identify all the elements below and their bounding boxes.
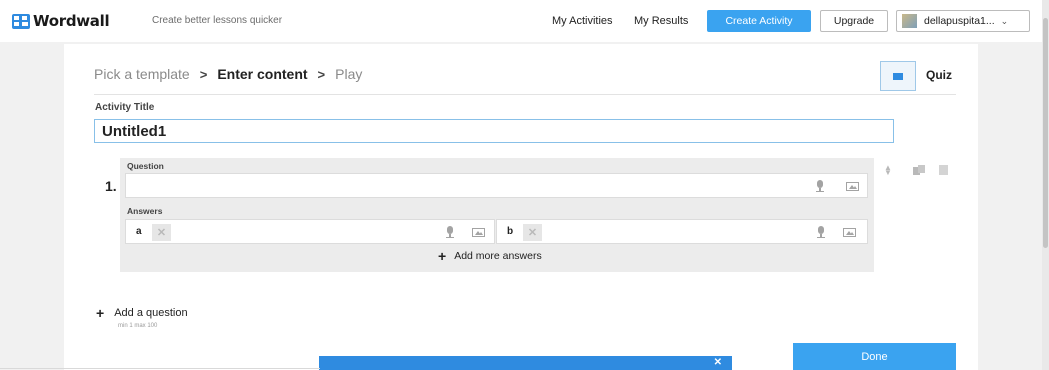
add-question-label: Add a question	[114, 307, 188, 319]
image-icon[interactable]	[472, 228, 485, 237]
wordwall-logo-icon	[12, 13, 30, 29]
question-limits: min 1 max 100	[118, 323, 158, 329]
image-icon[interactable]	[846, 182, 859, 191]
upgrade-button[interactable]: Upgrade	[820, 10, 888, 32]
breadcrumb-pick-template[interactable]: Pick a template	[94, 66, 190, 82]
wordwall-logo[interactable]: Wordwall	[12, 12, 110, 30]
microphone-icon[interactable]	[817, 226, 825, 238]
chevron-down-icon: ⌄	[1000, 15, 1009, 26]
bottom-notification-bar: ✕	[319, 356, 732, 370]
nav-my-results[interactable]: My Results	[634, 15, 688, 27]
chevron-right-icon: >	[199, 66, 208, 82]
divider	[0, 368, 320, 369]
delete-icon[interactable]	[939, 165, 948, 175]
answer-a-input[interactable]: a ✕	[125, 219, 495, 244]
quiz-template-icon[interactable]	[880, 61, 916, 91]
breadcrumb: Pick a template > Enter content > Play	[94, 66, 362, 82]
add-more-answers-button[interactable]: + Add more answers	[438, 249, 542, 263]
mark-incorrect-icon[interactable]: ✕	[523, 224, 542, 241]
logo-text: Wordwall	[33, 12, 110, 30]
plus-icon: +	[438, 248, 447, 264]
page-scrollbar[interactable]	[1042, 0, 1049, 370]
chevron-right-icon: >	[317, 66, 326, 82]
answer-b-input[interactable]: b ✕	[496, 219, 868, 244]
scrollbar-thumb[interactable]	[1043, 18, 1048, 248]
top-nav-bar: Wordwall Create better lessons quicker M…	[0, 0, 1042, 42]
activity-title-input[interactable]	[94, 119, 894, 143]
editor-panel: Pick a template > Enter content > Play Q…	[64, 44, 978, 370]
user-menu[interactable]: dellapuspita1... ⌄	[896, 10, 1030, 32]
username: dellapuspita1...	[924, 15, 995, 27]
microphone-icon[interactable]	[816, 180, 824, 192]
duplicate-icon[interactable]	[913, 165, 925, 175]
question-input[interactable]	[125, 173, 868, 198]
answer-letter: a	[136, 226, 142, 237]
divider	[94, 94, 956, 95]
image-icon[interactable]	[843, 228, 856, 237]
plus-icon: +	[96, 305, 105, 321]
done-button[interactable]: Done	[793, 343, 956, 370]
add-question-button[interactable]: + Add a question	[96, 306, 188, 320]
close-icon[interactable]: ✕	[714, 357, 722, 368]
question-number: 1.	[105, 178, 117, 194]
avatar	[902, 14, 917, 28]
reorder-icon[interactable]: ▲ ▼	[884, 164, 892, 177]
nav-my-activities[interactable]: My Activities	[552, 15, 613, 27]
add-more-answers-label: Add more answers	[454, 250, 542, 262]
template-name[interactable]: Quiz	[926, 68, 952, 82]
create-activity-button[interactable]: Create Activity	[707, 10, 811, 32]
tagline: Create better lessons quicker	[152, 15, 283, 26]
breadcrumb-enter-content: Enter content	[217, 66, 308, 82]
answers-label: Answers	[127, 206, 163, 216]
question-label: Question	[127, 161, 164, 171]
answer-letter: b	[507, 226, 514, 237]
mark-incorrect-icon[interactable]: ✕	[152, 224, 171, 241]
question-actions: ▲ ▼	[884, 162, 954, 178]
breadcrumb-play: Play	[335, 66, 363, 82]
question-block: Question Answers a ✕ b ✕ + Add more answ…	[120, 158, 874, 272]
microphone-icon[interactable]	[446, 226, 454, 238]
activity-title-label: Activity Title	[95, 102, 155, 113]
